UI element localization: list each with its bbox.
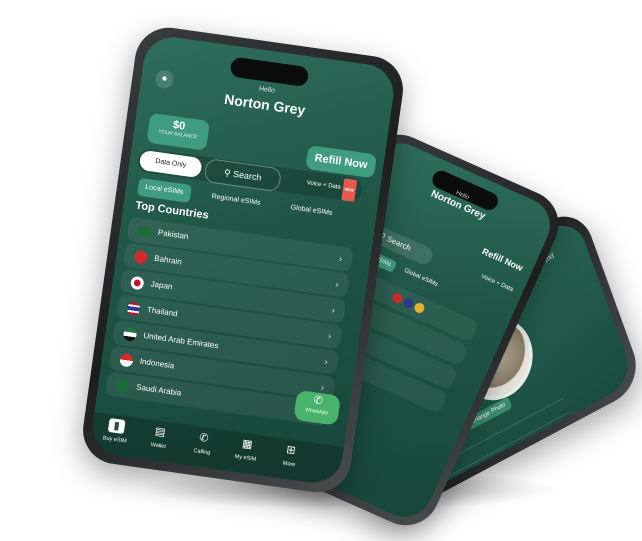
nav-buy-esim[interactable]: ▮ Buy eSIM: [94, 416, 137, 445]
sim-card-icon: ▮: [107, 417, 126, 435]
bahrain-flag-icon: [133, 249, 149, 265]
flag-icon: [412, 301, 427, 315]
tab-global-esims[interactable]: Global eSIMs: [403, 268, 438, 288]
greeting: Hello: [454, 190, 470, 202]
chevron-right-icon: ›: [338, 253, 343, 264]
nav-label: More: [282, 460, 296, 469]
country-name: Thailand: [146, 305, 179, 319]
chevron-right-icon: ›: [327, 330, 332, 341]
data-only-tab[interactable]: Data Only: [138, 149, 203, 179]
refill-button[interactable]: Refill Now: [481, 246, 525, 273]
nav-my-esim[interactable]: ▦ My eSIM: [225, 435, 268, 464]
japan-flag-icon: [129, 275, 145, 291]
voice-data-tab[interactable]: Voice + Data NEW: [305, 173, 358, 202]
new-badge: NEW: [340, 178, 358, 202]
nav-label: My eSIM: [234, 453, 257, 463]
grid-icon: ⊞: [285, 443, 297, 458]
nav-label: Wallet: [150, 441, 167, 451]
nav-label: Buy eSIM: [102, 435, 127, 445]
thailand-flag-icon: [126, 301, 141, 317]
search-label: Search: [232, 168, 263, 183]
tab-global-esims[interactable]: Global eSIMs: [289, 199, 333, 223]
chevron-right-icon: ›: [331, 304, 336, 316]
my-esim-icon: ▦: [241, 437, 254, 452]
country-name: Pakistan: [157, 227, 190, 242]
tab-regional-esims[interactable]: Regional eSIMs: [210, 188, 261, 213]
voice-data-tab[interactable]: Voice + Data: [480, 274, 514, 293]
nav-calling[interactable]: ✆ Calling: [182, 429, 225, 458]
saudi-arabia-flag-icon: [115, 378, 131, 394]
tab-local-esims[interactable]: Local eSIMs: [136, 177, 192, 203]
country-name: Saudi Arabia: [135, 382, 182, 398]
front-phone-screen: ● Hello Norton Grey $0 YOUR BALANCE Refi…: [88, 33, 398, 487]
stage: Next Change Photo Hello Norton Grey Refi…: [0, 0, 642, 541]
search-label: Search: [385, 234, 413, 253]
phone-icon: ✆: [198, 431, 210, 445]
country-name: Japan: [150, 279, 173, 292]
chevron-right-icon: ›: [323, 356, 329, 367]
voice-data-label: Voice + Data: [306, 180, 342, 191]
uae-flag-icon: [122, 327, 138, 342]
country-name: Indonesia: [139, 356, 175, 371]
nav-label: Calling: [193, 448, 211, 457]
balance-card[interactable]: $0 YOUR BALANCE: [146, 112, 211, 151]
nav-wallet[interactable]: ▤ Wallet: [138, 422, 181, 451]
pakistan-flag-icon: [137, 224, 152, 239]
country-name: United Arab Emirates: [142, 330, 220, 351]
indonesia-flag-icon: [119, 352, 134, 368]
whatsapp-button[interactable]: ✆ WhatsApp: [293, 389, 342, 426]
wallet-icon: ▤: [154, 425, 167, 439]
country-name: Bahrain: [153, 253, 183, 267]
search-field[interactable]: ⚲ Search: [203, 157, 283, 193]
chevron-right-icon: ›: [334, 279, 340, 290]
nav-more[interactable]: ⊞ More: [269, 441, 312, 470]
